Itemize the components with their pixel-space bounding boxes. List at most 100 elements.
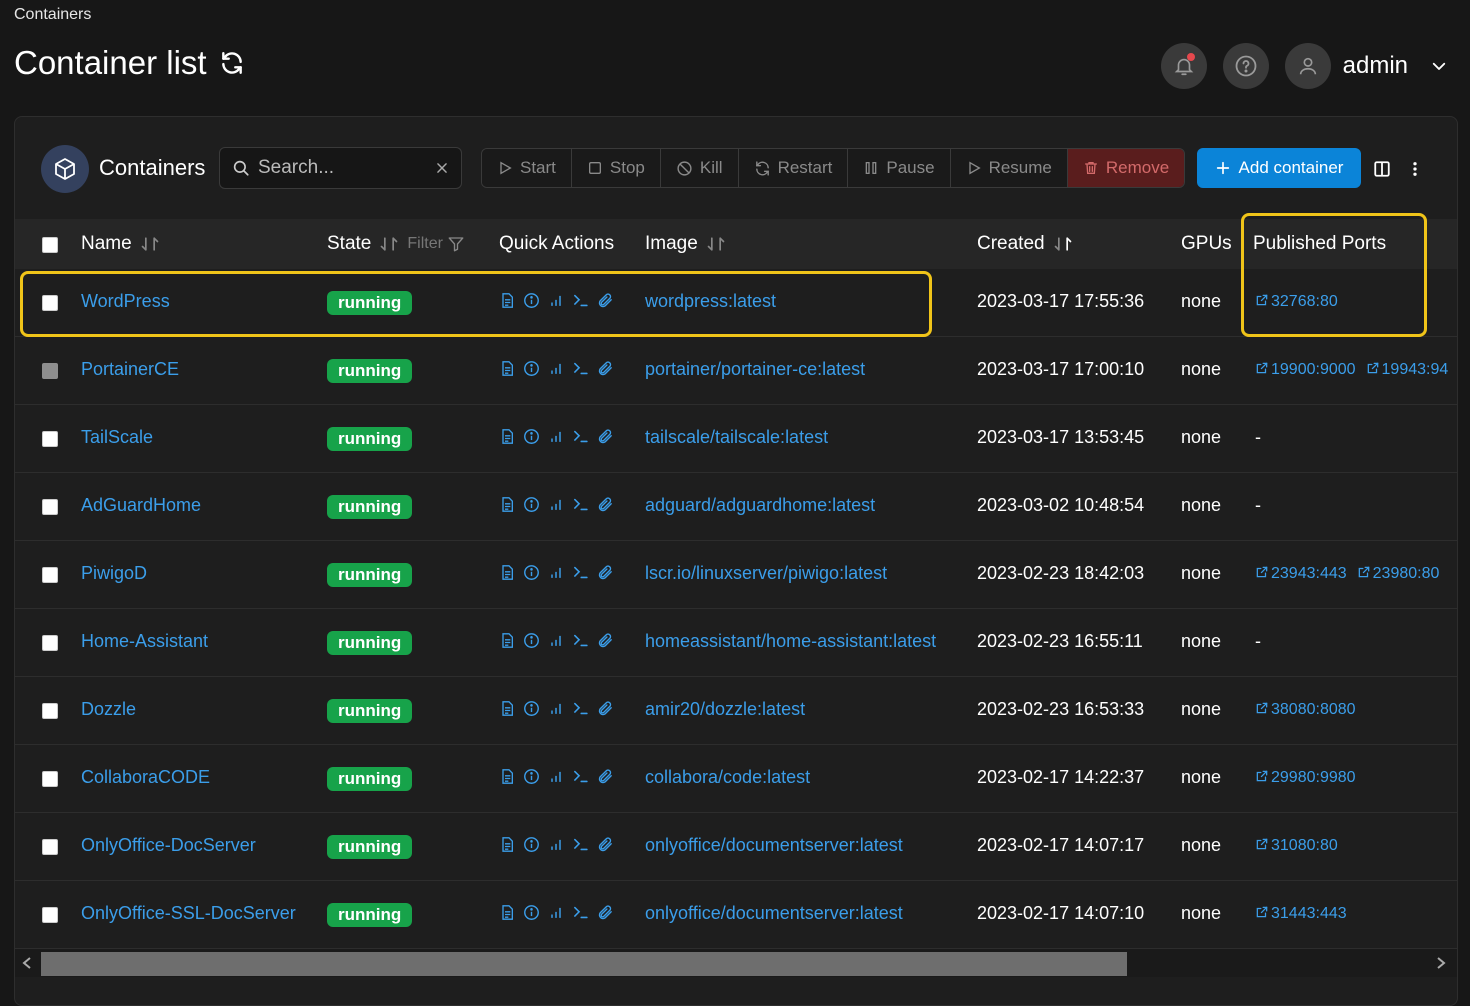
scrollbar-thumb[interactable] [41, 952, 1127, 976]
checkbox[interactable] [42, 907, 58, 923]
logs-icon[interactable] [499, 428, 515, 445]
console-icon[interactable] [572, 428, 589, 445]
checkbox[interactable] [42, 431, 58, 447]
logs-icon[interactable] [499, 904, 515, 921]
checkbox[interactable] [42, 567, 58, 583]
port-link[interactable]: 29980:9980 [1255, 769, 1356, 787]
stats-icon[interactable] [548, 632, 564, 649]
image-link[interactable]: adguard/adguardhome:latest [645, 495, 875, 516]
inspect-icon[interactable] [523, 496, 540, 513]
user-name[interactable]: admin [1343, 52, 1408, 80]
sort-icon[interactable] [379, 235, 399, 253]
row-checkbox[interactable] [42, 499, 58, 515]
header-state[interactable]: State Filter [327, 233, 465, 255]
container-name-link[interactable]: Dozzle [81, 699, 136, 720]
inspect-icon[interactable] [523, 700, 540, 717]
container-name-link[interactable]: CollaboraCODE [81, 767, 210, 788]
stats-icon[interactable] [548, 768, 564, 785]
checkbox[interactable] [42, 839, 58, 855]
notifications-button[interactable] [1160, 43, 1207, 89]
port-link[interactable]: 31443:443 [1255, 905, 1347, 923]
state-filter[interactable]: Filter [407, 235, 465, 253]
attach-icon[interactable] [597, 564, 614, 581]
attach-icon[interactable] [597, 836, 614, 853]
sort-icon[interactable] [140, 235, 160, 253]
more-options-icon[interactable] [1409, 160, 1421, 178]
clear-search-icon[interactable] [435, 161, 449, 175]
container-name-link[interactable]: PortainerCE [81, 359, 179, 380]
logs-icon[interactable] [499, 836, 515, 853]
container-name-link[interactable]: PiwigoD [81, 563, 147, 584]
scroll-right-icon[interactable] [1435, 956, 1447, 970]
pause-button[interactable]: Pause [848, 149, 951, 187]
console-icon[interactable] [572, 564, 589, 581]
sort-active-icon[interactable] [1053, 235, 1073, 253]
row-checkbox[interactable] [42, 635, 58, 651]
console-icon[interactable] [572, 768, 589, 785]
row-checkbox[interactable] [42, 363, 58, 379]
inspect-icon[interactable] [523, 768, 540, 785]
row-checkbox[interactable] [42, 907, 58, 923]
inspect-icon[interactable] [523, 564, 540, 581]
inspect-icon[interactable] [523, 904, 540, 921]
columns-icon[interactable] [1373, 160, 1391, 178]
checkbox[interactable] [42, 771, 58, 787]
restart-button[interactable]: Restart [738, 149, 849, 187]
sort-icon[interactable] [706, 235, 726, 253]
logs-icon[interactable] [499, 632, 515, 649]
stats-icon[interactable] [548, 564, 564, 581]
checkbox[interactable] [42, 635, 58, 651]
search-input[interactable] [258, 157, 418, 179]
help-button[interactable] [1222, 43, 1269, 89]
row-checkbox[interactable] [42, 703, 58, 719]
console-icon[interactable] [572, 904, 589, 921]
checkbox[interactable] [42, 703, 58, 719]
port-link[interactable]: 31080:80 [1255, 837, 1338, 855]
stats-icon[interactable] [548, 496, 564, 513]
stats-icon[interactable] [548, 836, 564, 853]
kill-button[interactable]: Kill [660, 149, 739, 187]
remove-button[interactable]: Remove [1067, 149, 1185, 187]
header-created[interactable]: Created [977, 233, 1073, 255]
row-checkbox[interactable] [42, 567, 58, 583]
row-checkbox[interactable] [42, 431, 58, 447]
attach-icon[interactable] [597, 496, 614, 513]
checkbox[interactable] [42, 237, 58, 253]
image-link[interactable]: onlyoffice/documentserver:latest [645, 835, 903, 856]
stats-icon[interactable] [548, 700, 564, 717]
refresh-icon[interactable] [219, 50, 245, 76]
checkbox[interactable] [42, 363, 58, 379]
container-name-link[interactable]: TailScale [81, 427, 153, 448]
attach-icon[interactable] [597, 360, 614, 377]
image-link[interactable]: amir20/dozzle:latest [645, 699, 805, 720]
stop-button[interactable]: Stop [571, 149, 661, 187]
console-icon[interactable] [572, 360, 589, 377]
row-checkbox[interactable] [42, 839, 58, 855]
row-checkbox[interactable] [42, 771, 58, 787]
logs-icon[interactable] [499, 564, 515, 581]
attach-icon[interactable] [597, 700, 614, 717]
user-avatar[interactable] [1284, 43, 1331, 89]
image-link[interactable]: onlyoffice/documentserver:latest [645, 903, 903, 924]
image-link[interactable]: tailscale/tailscale:latest [645, 427, 828, 448]
inspect-icon[interactable] [523, 360, 540, 377]
scroll-left-icon[interactable] [21, 956, 33, 970]
chevron-down-icon[interactable] [1430, 57, 1448, 75]
resume-button[interactable]: Resume [950, 149, 1068, 187]
horizontal-scrollbar[interactable] [15, 949, 1457, 977]
inspect-icon[interactable] [523, 632, 540, 649]
console-icon[interactable] [572, 836, 589, 853]
header-image[interactable]: Image [645, 233, 726, 255]
container-name-link[interactable]: OnlyOffice-SSL-DocServer [81, 903, 296, 924]
port-link[interactable]: 19900:9000 [1255, 361, 1356, 379]
port-link[interactable]: 19943:94 [1366, 361, 1448, 379]
logs-icon[interactable] [499, 768, 515, 785]
attach-icon[interactable] [597, 904, 614, 921]
logs-icon[interactable] [499, 700, 515, 717]
console-icon[interactable] [572, 700, 589, 717]
port-link[interactable]: 23980:80 [1357, 565, 1439, 583]
stats-icon[interactable] [548, 904, 564, 921]
attach-icon[interactable] [597, 768, 614, 785]
container-name-link[interactable]: AdGuardHome [81, 495, 201, 516]
header-name[interactable]: Name [81, 233, 160, 255]
